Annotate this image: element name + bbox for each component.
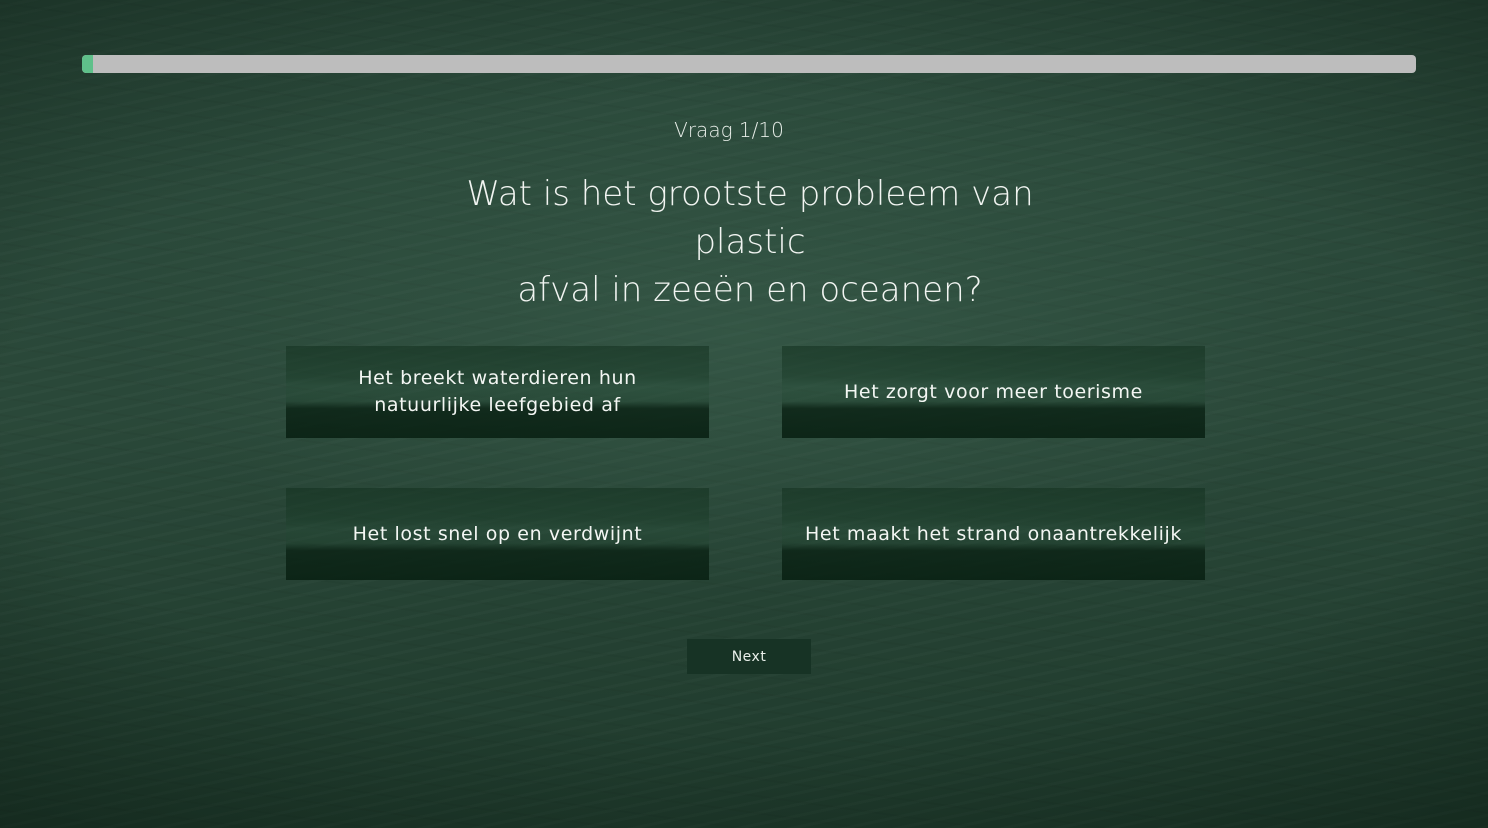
answer-option-label: Het breekt waterdieren hun natuurlijke l… bbox=[358, 367, 637, 416]
answer-option-1[interactable]: Het breekt waterdieren hun natuurlijke l… bbox=[286, 346, 709, 438]
answer-option-label: Het zorgt voor meer toerisme bbox=[844, 380, 1143, 403]
progress-bar bbox=[82, 55, 1416, 73]
answer-option-label: Het maakt het strand onaantrekkelijk bbox=[805, 522, 1182, 545]
answer-option-3[interactable]: Het lost snel op en verdwijnt bbox=[286, 488, 709, 580]
next-button[interactable]: Next bbox=[687, 639, 811, 674]
answer-option-4[interactable]: Het maakt het strand onaantrekkelijk bbox=[782, 488, 1205, 580]
question-line-2: afval in zeeën en oceanen? bbox=[517, 270, 983, 310]
answer-option-2[interactable]: Het zorgt voor meer toerisme bbox=[782, 346, 1205, 438]
question-text: Wat is het grootste probleem van plastic… bbox=[420, 170, 1080, 314]
question-counter: Vraag 1/10 bbox=[674, 118, 784, 142]
answer-option-label: Het lost snel op en verdwijnt bbox=[352, 522, 643, 545]
progress-bar-fill bbox=[82, 55, 93, 73]
question-line-1: Wat is het grootste probleem van plastic bbox=[466, 174, 1034, 262]
